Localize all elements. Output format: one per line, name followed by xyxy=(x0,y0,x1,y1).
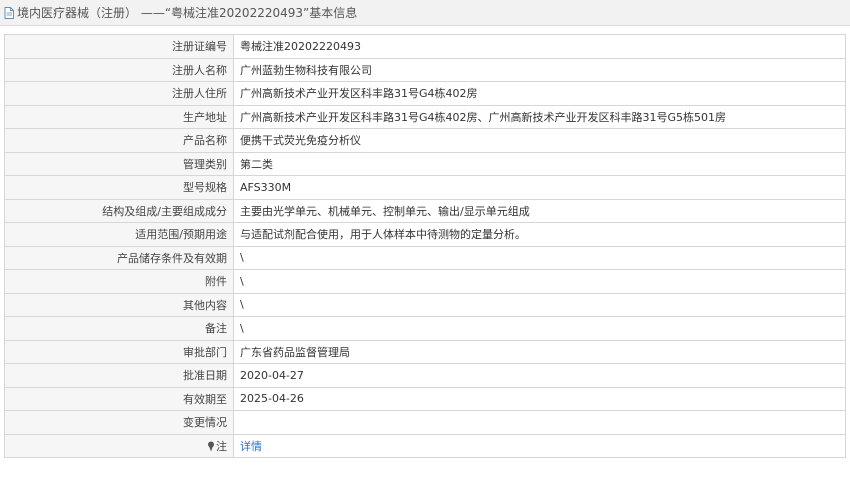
row-value: 主要由光学单元、机械单元、控制单元、输出/显示单元组成 xyxy=(233,198,846,223)
row-label: 适用范围/预期用途 xyxy=(4,222,234,247)
row-value: \ xyxy=(233,316,846,341)
table-row: 注册人名称 广州蓝勃生物科技有限公司 xyxy=(4,57,846,82)
note-value-cell: 详情 xyxy=(233,433,846,458)
table-row: 有效期至 2025-04-26 xyxy=(4,386,846,411)
row-value: \ xyxy=(233,292,846,317)
row-label: 管理类别 xyxy=(4,151,234,176)
row-value: 广州高新技术产业开发区科丰路31号G4栋402房、广州高新技术产业开发区科丰路3… xyxy=(233,104,846,129)
row-value: 便携干式荧光免疫分析仪 xyxy=(233,128,846,153)
table-row: 附件 \ xyxy=(4,269,846,294)
row-value: 2025-04-26 xyxy=(233,386,846,411)
table-row: 批准日期 2020-04-27 xyxy=(4,363,846,388)
row-label: 备注 xyxy=(4,316,234,341)
row-label: 产品储存条件及有效期 xyxy=(4,245,234,270)
table-row: 产品名称 便携干式荧光免疫分析仪 xyxy=(4,128,846,153)
row-value xyxy=(233,410,846,435)
document-icon xyxy=(4,6,14,19)
row-value: AFS330M xyxy=(233,175,846,200)
info-table: 注册证编号 粤械注准20202220493 注册人名称 广州蓝勃生物科技有限公司… xyxy=(4,34,846,458)
table-row: 管理类别 第二类 xyxy=(4,151,846,176)
table-row: 审批部门 广东省药品监督管理局 xyxy=(4,339,846,364)
row-value: 第二类 xyxy=(233,151,846,176)
row-value: 广州高新技术产业开发区科丰路31号G4栋402房 xyxy=(233,81,846,106)
row-value: 2020-04-27 xyxy=(233,363,846,388)
row-label: 生产地址 xyxy=(4,104,234,129)
row-label: 审批部门 xyxy=(4,339,234,364)
table-row: 结构及组成/主要组成成分 主要由光学单元、机械单元、控制单元、输出/显示单元组成 xyxy=(4,198,846,223)
row-value: \ xyxy=(233,269,846,294)
row-label: 注册人名称 xyxy=(4,57,234,82)
table-row: 产品储存条件及有效期 \ xyxy=(4,245,846,270)
note-label: 注 xyxy=(216,439,227,453)
table-row: 备注 \ xyxy=(4,316,846,341)
page-title: 境内医疗器械（注册） ——“粤械注准20202220493”基本信息 xyxy=(17,6,358,20)
row-label: 型号规格 xyxy=(4,175,234,200)
row-label: 附件 xyxy=(4,269,234,294)
row-label: 有效期至 xyxy=(4,386,234,411)
row-value: \ xyxy=(233,245,846,270)
row-value: 与适配试剂配合使用，用于人体样本中待测物的定量分析。 xyxy=(233,222,846,247)
table-row: 其他内容 \ xyxy=(4,292,846,317)
pin-icon xyxy=(208,441,214,452)
table-row: 注册证编号 粤械注准20202220493 xyxy=(4,34,846,59)
row-label: 产品名称 xyxy=(4,128,234,153)
page-header: 境内医疗器械（注册） ——“粤械注准20202220493”基本信息 xyxy=(0,0,850,26)
row-label: 注册证编号 xyxy=(4,34,234,59)
note-label-cell: 注 xyxy=(4,433,234,458)
row-label: 其他内容 xyxy=(4,292,234,317)
details-link[interactable]: 详情 xyxy=(240,440,262,453)
row-value: 广州蓝勃生物科技有限公司 xyxy=(233,57,846,82)
note-row: 注 详情 xyxy=(4,433,846,458)
row-label: 批准日期 xyxy=(4,363,234,388)
table-row: 变更情况 xyxy=(4,410,846,435)
row-label: 注册人住所 xyxy=(4,81,234,106)
table-row: 生产地址 广州高新技术产业开发区科丰路31号G4栋402房、广州高新技术产业开发… xyxy=(4,104,846,129)
table-row: 注册人住所 广州高新技术产业开发区科丰路31号G4栋402房 xyxy=(4,81,846,106)
row-value: 粤械注准20202220493 xyxy=(233,34,846,59)
table-row: 型号规格 AFS330M xyxy=(4,175,846,200)
row-label: 变更情况 xyxy=(4,410,234,435)
table-row: 适用范围/预期用途 与适配试剂配合使用，用于人体样本中待测物的定量分析。 xyxy=(4,222,846,247)
row-label: 结构及组成/主要组成成分 xyxy=(4,198,234,223)
row-value: 广东省药品监督管理局 xyxy=(233,339,846,364)
